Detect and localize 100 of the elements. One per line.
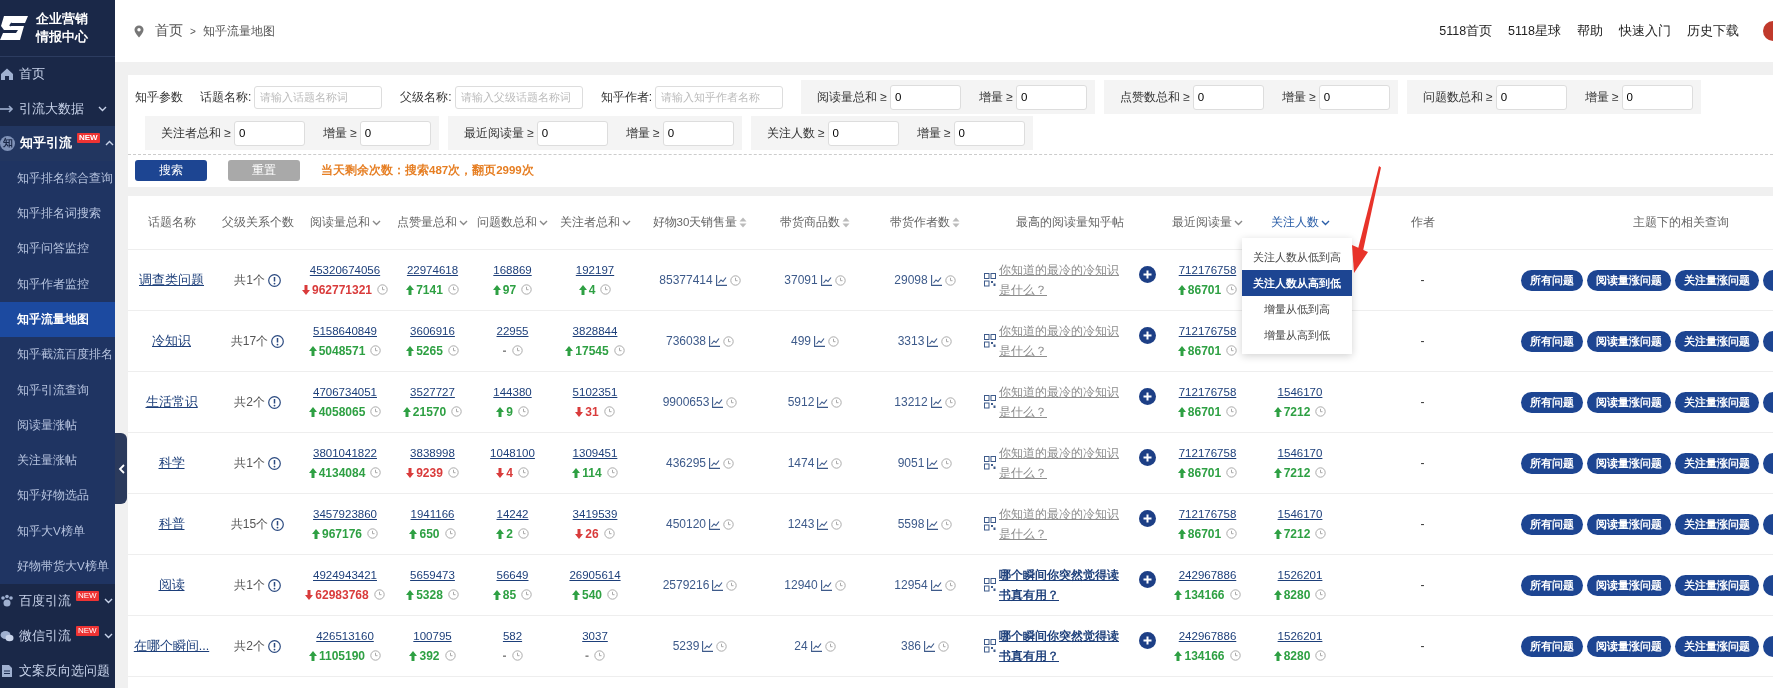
- metric-link[interactable]: 22974618: [406, 263, 459, 276]
- sidebar-subitem[interactable]: 知乎大V榜单: [0, 513, 115, 549]
- column-header[interactable]: 关注者总和: [559, 215, 620, 230]
- sidebar-subitem[interactable]: 阅读量涨帖: [0, 407, 115, 443]
- query-button[interactable]: 阅读量涨问题: [1587, 330, 1671, 352]
- text-field[interactable]: 请输入话题名称词: [254, 85, 383, 109]
- trend-chart-icon[interactable]: [924, 640, 935, 652]
- sidebar-subitem[interactable]: 关注量涨帖: [0, 442, 115, 479]
- sidebar-item[interactable]: 知 知乎引流 NEW: [0, 126, 115, 161]
- trend-chart-icon[interactable]: [715, 274, 727, 286]
- trend-chart-icon[interactable]: [810, 640, 822, 652]
- trend-chart-icon[interactable]: [817, 457, 829, 469]
- column-header[interactable]: 带货商品数: [780, 215, 840, 230]
- trend-chart-icon[interactable]: [712, 396, 724, 408]
- plus-icon[interactable]: [1139, 388, 1156, 405]
- metric-link[interactable]: 45320674056: [309, 263, 381, 276]
- query-button[interactable]: 阅读量涨问题: [1587, 452, 1671, 474]
- breadcrumb-link[interactable]: 首页: [155, 22, 183, 40]
- metric-link[interactable]: 56649: [496, 568, 529, 581]
- trend-chart-icon[interactable]: [927, 518, 939, 530]
- number-field[interactable]: 0: [953, 120, 1025, 146]
- trend-chart-icon[interactable]: [709, 518, 720, 530]
- metric-link[interactable]: 712176758: [1178, 385, 1237, 398]
- sidebar-subitem[interactable]: 知乎流量地图: [0, 301, 115, 338]
- metric-link[interactable]: 426513160: [316, 629, 374, 642]
- metric-link[interactable]: 3828844: [572, 324, 618, 337]
- metric-link[interactable]: 5659473: [410, 568, 455, 581]
- sidebar-subitem[interactable]: 知乎引流查询: [0, 372, 115, 408]
- plus-icon[interactable]: [1139, 327, 1156, 344]
- number-field[interactable]: 0: [233, 120, 305, 146]
- number-field[interactable]: 0: [1495, 84, 1567, 110]
- metric-link[interactable]: 1526201: [1277, 629, 1323, 642]
- header-link[interactable]: 5118星球: [1508, 22, 1561, 40]
- query-button[interactable]: 关注量涨问题: [1675, 574, 1759, 596]
- metric-link[interactable]: 1546170: [1277, 385, 1323, 398]
- sidebar-subitem[interactable]: 知乎作者监控: [0, 266, 115, 302]
- header-link[interactable]: 5118首页: [1439, 22, 1493, 40]
- query-button[interactable]: 所有问题: [1521, 330, 1583, 352]
- metric-link[interactable]: 582: [502, 629, 523, 642]
- query-button[interactable]: 所有问题: [1521, 635, 1583, 657]
- column-header[interactable]: 点赞量总和: [397, 215, 457, 230]
- metric-link[interactable]: 192197: [575, 263, 615, 276]
- trend-chart-icon[interactable]: [709, 457, 720, 469]
- plus-icon[interactable]: [1139, 571, 1156, 588]
- query-button[interactable]: 所有问题: [1521, 269, 1583, 291]
- sidebar-subitem[interactable]: 好物带货大V榜单: [0, 548, 115, 585]
- trend-chart-icon[interactable]: [930, 396, 942, 408]
- qr-code-icon[interactable]: [984, 334, 996, 348]
- number-field[interactable]: 0: [1015, 84, 1087, 110]
- qr-code-icon[interactable]: [984, 395, 996, 409]
- sidebar-item[interactable]: 微信引流 NEW: [0, 618, 115, 654]
- sidebar-subitem[interactable]: 知乎排名综合查询: [0, 160, 115, 196]
- search-button[interactable]: 搜索: [135, 160, 207, 181]
- trend-chart-icon[interactable]: [820, 579, 832, 591]
- sidebar-subitem[interactable]: 知乎好物选品: [0, 478, 115, 514]
- number-field[interactable]: 0: [827, 120, 899, 146]
- metric-link[interactable]: 3457923860: [313, 507, 377, 520]
- query-button[interactable]: 所有问题: [1521, 391, 1583, 413]
- metric-link[interactable]: 26905614: [569, 568, 621, 581]
- post-link[interactable]: 哪个瞬间你突然觉得读书真有用？: [999, 565, 1120, 605]
- post-link[interactable]: 你知道的最冷的冷知识是什么？: [999, 382, 1120, 422]
- sidebar-subitem[interactable]: 知乎截流百度排名: [0, 337, 115, 373]
- number-field[interactable]: 0: [889, 84, 961, 110]
- trend-chart-icon[interactable]: [930, 579, 942, 591]
- column-header[interactable]: 关注人数: [1270, 215, 1319, 230]
- topic-link[interactable]: 科学: [158, 455, 185, 470]
- metric-link[interactable]: 1941166: [410, 507, 455, 520]
- metric-link[interactable]: 3527727: [410, 385, 455, 398]
- topic-link[interactable]: 冷知识: [152, 333, 191, 348]
- sidebar-subitem[interactable]: 知乎问答监控: [0, 231, 115, 267]
- metric-link[interactable]: 712176758: [1178, 507, 1237, 520]
- menu-item[interactable]: 增量从低到高: [1242, 296, 1352, 322]
- menu-item[interactable]: 关注人数从高到低: [1242, 270, 1352, 296]
- text-field[interactable]: 请输入父级话题名称词: [454, 85, 583, 109]
- menu-item[interactable]: 关注人数从低到高: [1242, 244, 1352, 270]
- trend-chart-icon[interactable]: [814, 335, 825, 347]
- query-button[interactable]: 阅读量涨问题: [1587, 391, 1671, 413]
- sidebar-item[interactable]: 引流大数据: [0, 91, 115, 126]
- column-header[interactable]: 最近阅读量: [1172, 215, 1232, 230]
- metric-link[interactable]: 1546170: [1277, 507, 1323, 520]
- number-field[interactable]: 0: [662, 120, 734, 146]
- number-field[interactable]: 0: [359, 120, 431, 146]
- metric-link[interactable]: 712176758: [1178, 446, 1237, 459]
- trend-chart-icon[interactable]: [702, 640, 714, 652]
- topic-link[interactable]: 生活常识: [145, 394, 198, 409]
- number-field[interactable]: 0: [1318, 84, 1390, 110]
- metric-link[interactable]: 5102351: [572, 385, 618, 398]
- menu-item[interactable]: 增量从高到低: [1242, 322, 1352, 348]
- metric-link[interactable]: 100795: [413, 629, 452, 642]
- metric-link[interactable]: 4924943421: [313, 568, 377, 581]
- metric-link[interactable]: 1526201: [1277, 568, 1323, 581]
- metric-link[interactable]: 242967886: [1178, 568, 1237, 581]
- metric-link[interactable]: 1048100: [490, 446, 535, 459]
- metric-link[interactable]: 242967886: [1178, 629, 1237, 642]
- qr-code-icon[interactable]: [984, 639, 996, 653]
- column-header[interactable]: 带货作者数: [890, 215, 950, 230]
- metric-link[interactable]: 14242: [496, 507, 529, 520]
- header-link[interactable]: 帮助: [1577, 22, 1603, 40]
- text-field[interactable]: 请输入知乎作者名称: [655, 85, 784, 109]
- metric-link[interactable]: 3801041822: [313, 446, 377, 459]
